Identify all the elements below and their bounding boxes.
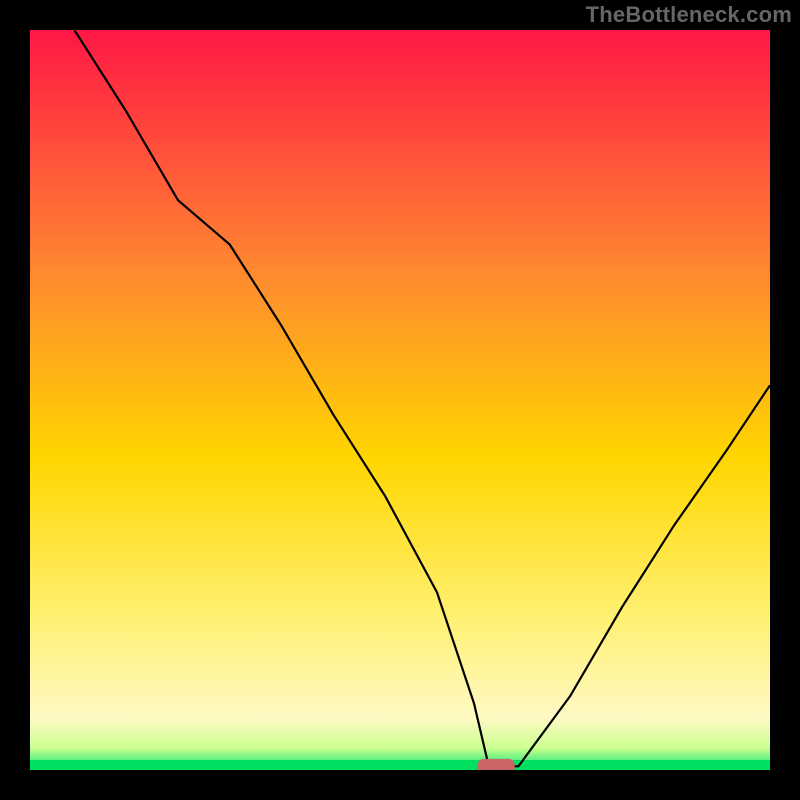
gradient-background — [30, 30, 770, 770]
watermark-text: TheBottleneck.com — [586, 2, 792, 28]
optimal-marker — [478, 759, 515, 770]
green-band — [30, 760, 770, 770]
chart-frame: TheBottleneck.com — [0, 0, 800, 800]
chart-svg — [30, 30, 770, 770]
plot-area — [30, 30, 770, 770]
